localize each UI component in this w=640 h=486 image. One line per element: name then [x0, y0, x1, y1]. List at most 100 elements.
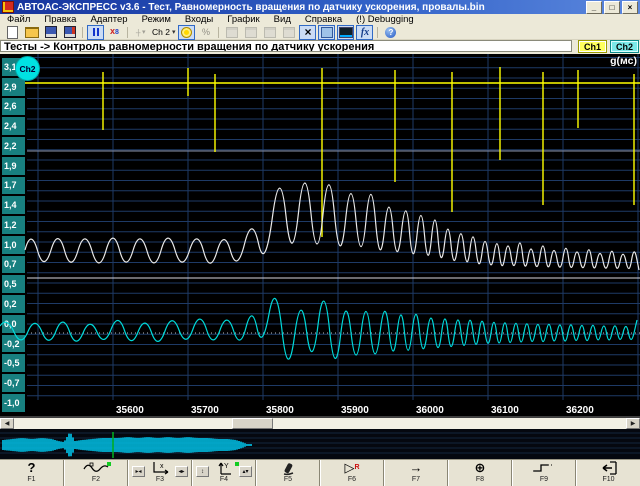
- menu-bar: Файл Правка Адаптер Режим Входы График В…: [0, 14, 640, 25]
- waveform-icon: [83, 460, 109, 476]
- menu-debugging[interactable]: (!) Debugging: [349, 14, 421, 25]
- y-expand-button[interactable]: ▴▾: [239, 466, 252, 477]
- scope-view-button[interactable]: [337, 25, 354, 40]
- y-axis-icon: Y: [213, 460, 235, 476]
- cursor-prev-icon: [226, 27, 238, 38]
- channel-selector-label: Ch 2: [152, 27, 170, 37]
- open-file-button[interactable]: [23, 25, 40, 40]
- marker-icon: x8: [110, 27, 119, 37]
- settings-button[interactable]: [178, 25, 195, 40]
- menu-mode[interactable]: Режим: [135, 14, 178, 25]
- svg-text:Y: Y: [224, 463, 229, 470]
- signal-overview-strip[interactable]: [0, 429, 640, 459]
- save-icon: [45, 26, 57, 38]
- oscilloscope-screen-icon: [339, 27, 353, 38]
- f5-pedal-button[interactable]: F5: [256, 460, 320, 486]
- toolbar-separator: [127, 27, 128, 38]
- minimize-button[interactable]: _: [586, 1, 602, 14]
- menu-help[interactable]: Справка: [298, 14, 349, 25]
- horizontal-scrollbar[interactable]: ◀ ▶: [0, 418, 640, 429]
- cursor-next-button[interactable]: [242, 25, 259, 40]
- menu-inputs[interactable]: Входы: [178, 14, 220, 25]
- x-compress-button[interactable]: ▸◂: [132, 466, 145, 477]
- trace-ch1-envelope: [25, 183, 639, 270]
- title-bar: АВТОАС-ЭКСПРЕСС v3.6 - Тест, Равномернос…: [0, 0, 640, 14]
- f8-target-button[interactable]: ⊕ F8: [448, 460, 512, 486]
- copy-icon: [264, 27, 276, 38]
- menu-view[interactable]: Вид: [267, 14, 298, 25]
- save-as-icon: [64, 26, 76, 38]
- f2-signal-button[interactable]: F2: [64, 460, 128, 486]
- chart-plot[interactable]: 35600357003580035900360003610036200: [0, 54, 640, 418]
- cursor-prev-button[interactable]: [223, 25, 240, 40]
- f1-help-button[interactable]: ? F1: [0, 460, 64, 486]
- scroll-left-button[interactable]: ◀: [0, 418, 14, 429]
- x-expand-button[interactable]: ◂▸: [175, 466, 188, 477]
- pause-button[interactable]: [87, 25, 104, 40]
- cursor-next-icon: [245, 27, 257, 38]
- app-icon: [2, 1, 14, 13]
- function-key-toolbar: ? F1 F2 ▸◂ x ◂▸ F3 ↕ Y ▴▾ F4: [0, 459, 640, 486]
- f3-xscale-button[interactable]: ▸◂ x ◂▸ F3: [128, 460, 192, 486]
- f6-record-button[interactable]: ▷R F6: [320, 460, 384, 486]
- x-axis-label: 36000: [416, 405, 444, 416]
- app-window: АВТОАС-ЭКСПРЕСС v3.6 - Тест, Равномернос…: [0, 0, 640, 486]
- marker-button[interactable]: x8: [106, 25, 123, 40]
- channel-dropdown[interactable]: Ch 2▾: [151, 25, 176, 40]
- restore-button[interactable]: □: [604, 1, 620, 14]
- f9-step-button[interactable]: F9: [512, 460, 576, 486]
- save-as-button[interactable]: [61, 25, 78, 40]
- question-icon: ?: [28, 461, 36, 475]
- trace-ch2-acceleration: [0, 298, 637, 359]
- window-title: АВТОАС-ЭКСПРЕСС v3.6 - Тест, Равномернос…: [17, 2, 586, 13]
- scrollbar-thumb[interactable]: [232, 418, 273, 429]
- crosshair-icon: ⊕: [475, 461, 486, 475]
- x-axis-icon: x: [149, 460, 171, 476]
- f10-exit-button[interactable]: F10: [576, 460, 640, 486]
- menu-graph[interactable]: График: [220, 14, 266, 25]
- help-button[interactable]: ?: [382, 25, 399, 40]
- svg-text:x: x: [160, 463, 164, 470]
- x-axis-label: 36200: [566, 405, 594, 416]
- menu-adapter[interactable]: Адаптер: [83, 14, 134, 25]
- pause-icon: [93, 28, 99, 36]
- toolbar-separator: [82, 27, 83, 38]
- channel-badge[interactable]: Ch2: [15, 56, 40, 81]
- chevron-down-icon: ▾: [172, 28, 176, 36]
- x-axis-label: 35700: [191, 405, 219, 416]
- probe-icon: -|-: [136, 28, 140, 37]
- new-file-icon: [7, 26, 18, 39]
- grid-toggle-button[interactable]: [318, 25, 335, 40]
- oscilloscope-chart[interactable]: 3,12,92,62,42,21,91,71,41,21,00,70,50,20…: [0, 54, 640, 418]
- toolbar-separator: [218, 27, 219, 38]
- close-button[interactable]: ×: [622, 1, 638, 14]
- channel2-button[interactable]: Ch2: [610, 40, 639, 53]
- menu-edit[interactable]: Правка: [37, 14, 83, 25]
- new-file-button[interactable]: [4, 25, 21, 40]
- f4-yscale-button[interactable]: ↕ Y ▴▾ F4: [192, 460, 256, 486]
- toolbar-separator: [377, 27, 378, 38]
- probe-dropdown[interactable]: -|-▾: [132, 25, 149, 40]
- fx-button[interactable]: fx: [356, 25, 373, 40]
- save-button[interactable]: [42, 25, 59, 40]
- channel1-button[interactable]: Ch1: [578, 40, 607, 53]
- test-path-field: Тесты -> Контроль равномерности вращения…: [0, 40, 572, 52]
- record-badge: R: [354, 465, 359, 471]
- grid-icon: [321, 27, 333, 38]
- test-path-row: Тесты -> Контроль равномерности вращения…: [0, 40, 640, 54]
- f7-continue-button[interactable]: → F7: [384, 460, 448, 486]
- menu-file[interactable]: Файл: [0, 14, 37, 25]
- percent-icon: %: [202, 27, 210, 37]
- green-dot-icon: [107, 462, 111, 466]
- report-button[interactable]: [280, 25, 297, 40]
- exit-icon: [600, 460, 618, 476]
- axis-unit-label: g(мс): [610, 55, 637, 67]
- help-icon: ?: [385, 27, 396, 38]
- percent-button[interactable]: %: [197, 25, 214, 40]
- clear-button[interactable]: ×: [299, 25, 316, 40]
- pedal-icon: [278, 460, 298, 476]
- copy-button[interactable]: [261, 25, 278, 40]
- y-compress-button[interactable]: ↕: [196, 466, 209, 477]
- toolbar: x8 -|-▾ Ch 2▾ % × fx ?: [0, 25, 640, 40]
- scroll-right-button[interactable]: ▶: [626, 418, 640, 429]
